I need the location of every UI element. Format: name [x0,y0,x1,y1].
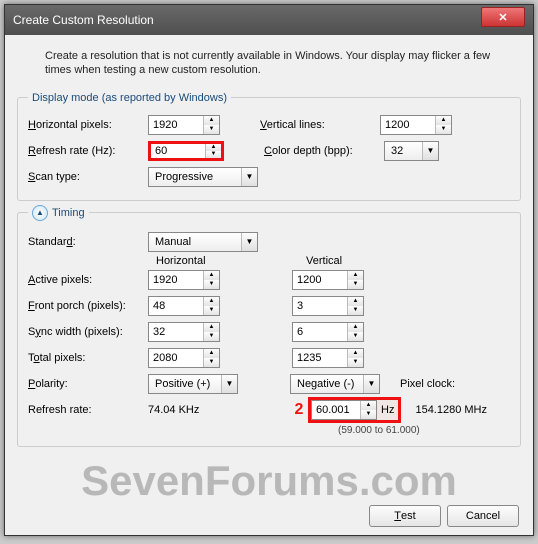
timing-group: ▲ Timing Standard: Manual▼ Horizontal Ver… [17,205,521,447]
active-h-spin[interactable]: ▲▼ [148,270,220,290]
chevron-down-icon[interactable]: ▼ [422,142,438,160]
display-mode-legend: Display mode (as reported by Windows) [28,92,231,104]
collapse-icon[interactable]: ▲ [32,205,48,221]
hpixels-spin[interactable]: ▲▼ [148,115,220,135]
pol-h-combo[interactable]: Positive (+)▼ [148,374,238,394]
total-label: Total pixels: [28,352,148,364]
dialog-window: Create Custom Resolution ✕ Create a reso… [4,4,534,536]
refresh-label: Refresh rate (Hz): [28,145,148,157]
intro-text: Create a resolution that is not currentl… [17,43,521,88]
standard-label: Standard: [28,236,148,248]
standard-combo[interactable]: Manual▼ [148,232,258,252]
hpixels-label: Horizontal pixels: [28,119,148,131]
polarity-label: Polarity: [28,378,148,390]
sync-label: Sync width (pixels): [28,326,148,338]
pixclock-label: Pixel clock: [400,378,455,390]
vlines-spin[interactable]: ▲▼ [380,115,452,135]
refresh2-label: Refresh rate: [28,404,148,416]
active-v-spin[interactable]: ▲▼ [292,270,364,290]
front-v-spin[interactable]: ▲▼ [292,296,364,316]
up-arrow-icon[interactable]: ▲ [204,116,219,125]
hz-label: Hz [377,404,394,416]
cdepth-label: Color depth (bpp): [264,145,384,157]
refresh-v-spin[interactable]: ▲▼ [311,400,377,420]
refresh-h-value: 74.04 KHz [148,404,238,416]
hpixels-input[interactable] [149,116,203,134]
horizontal-header: Horizontal [156,255,306,267]
marker-2: 2 [290,401,308,419]
cancel-button[interactable]: Cancel [447,505,519,527]
test-button[interactable]: Test [369,505,441,527]
timing-legend: Timing [52,207,85,219]
front-label: Front porch (pixels): [28,300,148,312]
down-arrow-icon[interactable]: ▼ [204,125,219,134]
refresh-spin[interactable]: ▲▼ [148,141,224,161]
display-mode-group: Display mode (as reported by Windows) Ho… [17,92,521,201]
total-h-spin[interactable]: ▲▼ [148,348,220,368]
pixclock-value: 154.1280 MHz [415,404,487,416]
active-label: Active pixels: [28,274,148,286]
window-title: Create Custom Resolution [13,13,481,27]
cdepth-combo[interactable]: 32▼ [384,141,439,161]
total-v-spin[interactable]: ▲▼ [292,348,364,368]
refresh-range: (59.000 to 61.000) [338,425,510,436]
sync-h-spin[interactable]: ▲▼ [148,322,220,342]
scan-combo[interactable]: Progressive▼ [148,167,258,187]
scan-label: Scan type: [28,171,148,183]
sync-v-spin[interactable]: ▲▼ [292,322,364,342]
vertical-header: Vertical [306,255,456,267]
refresh-input[interactable] [151,144,205,158]
vlines-label: Vertical lines: [260,119,380,131]
front-h-spin[interactable]: ▲▼ [148,296,220,316]
close-button[interactable]: ✕ [481,7,525,27]
vlines-input[interactable] [381,116,435,134]
titlebar: Create Custom Resolution ✕ [5,5,533,35]
pol-v-combo[interactable]: Negative (-)▼ [290,374,380,394]
